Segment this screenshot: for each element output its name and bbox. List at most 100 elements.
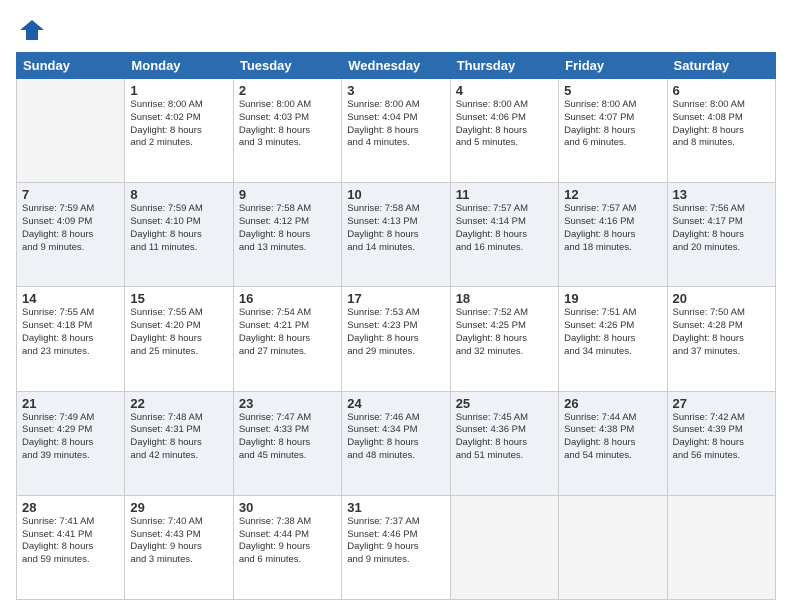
calendar-cell: 23Sunrise: 7:47 AM Sunset: 4:33 PM Dayli… bbox=[233, 391, 341, 495]
calendar-cell: 6Sunrise: 8:00 AM Sunset: 4:08 PM Daylig… bbox=[667, 79, 775, 183]
day-number: 22 bbox=[130, 396, 227, 411]
week-row-1: 1Sunrise: 8:00 AM Sunset: 4:02 PM Daylig… bbox=[17, 79, 776, 183]
day-info: Sunrise: 7:58 AM Sunset: 4:12 PM Dayligh… bbox=[239, 203, 336, 254]
calendar-cell: 4Sunrise: 8:00 AM Sunset: 4:06 PM Daylig… bbox=[450, 79, 558, 183]
day-number: 19 bbox=[564, 291, 661, 306]
calendar-cell: 11Sunrise: 7:57 AM Sunset: 4:14 PM Dayli… bbox=[450, 183, 558, 287]
day-number: 29 bbox=[130, 500, 227, 515]
calendar-cell: 27Sunrise: 7:42 AM Sunset: 4:39 PM Dayli… bbox=[667, 391, 775, 495]
calendar-cell: 1Sunrise: 8:00 AM Sunset: 4:02 PM Daylig… bbox=[125, 79, 233, 183]
day-info: Sunrise: 8:00 AM Sunset: 4:04 PM Dayligh… bbox=[347, 99, 444, 150]
day-info: Sunrise: 7:44 AM Sunset: 4:38 PM Dayligh… bbox=[564, 412, 661, 463]
day-info: Sunrise: 7:45 AM Sunset: 4:36 PM Dayligh… bbox=[456, 412, 553, 463]
logo-icon bbox=[18, 16, 46, 44]
day-number: 26 bbox=[564, 396, 661, 411]
day-number: 2 bbox=[239, 83, 336, 98]
calendar-cell: 18Sunrise: 7:52 AM Sunset: 4:25 PM Dayli… bbox=[450, 287, 558, 391]
day-info: Sunrise: 7:55 AM Sunset: 4:18 PM Dayligh… bbox=[22, 307, 119, 358]
day-number: 1 bbox=[130, 83, 227, 98]
day-number: 13 bbox=[673, 187, 770, 202]
day-number: 31 bbox=[347, 500, 444, 515]
calendar-cell: 13Sunrise: 7:56 AM Sunset: 4:17 PM Dayli… bbox=[667, 183, 775, 287]
calendar-cell: 12Sunrise: 7:57 AM Sunset: 4:16 PM Dayli… bbox=[559, 183, 667, 287]
day-info: Sunrise: 7:47 AM Sunset: 4:33 PM Dayligh… bbox=[239, 412, 336, 463]
day-info: Sunrise: 7:51 AM Sunset: 4:26 PM Dayligh… bbox=[564, 307, 661, 358]
header bbox=[16, 16, 776, 44]
day-info: Sunrise: 7:46 AM Sunset: 4:34 PM Dayligh… bbox=[347, 412, 444, 463]
day-info: Sunrise: 7:49 AM Sunset: 4:29 PM Dayligh… bbox=[22, 412, 119, 463]
header-day-sunday: Sunday bbox=[17, 53, 125, 79]
day-info: Sunrise: 8:00 AM Sunset: 4:02 PM Dayligh… bbox=[130, 99, 227, 150]
header-day-saturday: Saturday bbox=[667, 53, 775, 79]
week-row-5: 28Sunrise: 7:41 AM Sunset: 4:41 PM Dayli… bbox=[17, 495, 776, 599]
day-number: 20 bbox=[673, 291, 770, 306]
calendar-cell: 7Sunrise: 7:59 AM Sunset: 4:09 PM Daylig… bbox=[17, 183, 125, 287]
day-info: Sunrise: 7:48 AM Sunset: 4:31 PM Dayligh… bbox=[130, 412, 227, 463]
day-number: 24 bbox=[347, 396, 444, 411]
day-info: Sunrise: 7:55 AM Sunset: 4:20 PM Dayligh… bbox=[130, 307, 227, 358]
logo bbox=[16, 16, 46, 44]
day-info: Sunrise: 7:42 AM Sunset: 4:39 PM Dayligh… bbox=[673, 412, 770, 463]
day-info: Sunrise: 8:00 AM Sunset: 4:06 PM Dayligh… bbox=[456, 99, 553, 150]
calendar-cell: 17Sunrise: 7:53 AM Sunset: 4:23 PM Dayli… bbox=[342, 287, 450, 391]
header-day-tuesday: Tuesday bbox=[233, 53, 341, 79]
day-info: Sunrise: 7:53 AM Sunset: 4:23 PM Dayligh… bbox=[347, 307, 444, 358]
calendar-container: SundayMondayTuesdayWednesdayThursdayFrid… bbox=[0, 0, 792, 612]
week-row-2: 7Sunrise: 7:59 AM Sunset: 4:09 PM Daylig… bbox=[17, 183, 776, 287]
day-info: Sunrise: 8:00 AM Sunset: 4:03 PM Dayligh… bbox=[239, 99, 336, 150]
calendar-cell: 31Sunrise: 7:37 AM Sunset: 4:46 PM Dayli… bbox=[342, 495, 450, 599]
calendar-cell bbox=[17, 79, 125, 183]
calendar-cell bbox=[667, 495, 775, 599]
day-info: Sunrise: 7:56 AM Sunset: 4:17 PM Dayligh… bbox=[673, 203, 770, 254]
day-info: Sunrise: 7:59 AM Sunset: 4:09 PM Dayligh… bbox=[22, 203, 119, 254]
day-number: 15 bbox=[130, 291, 227, 306]
day-info: Sunrise: 7:40 AM Sunset: 4:43 PM Dayligh… bbox=[130, 516, 227, 567]
week-row-3: 14Sunrise: 7:55 AM Sunset: 4:18 PM Dayli… bbox=[17, 287, 776, 391]
week-row-4: 21Sunrise: 7:49 AM Sunset: 4:29 PM Dayli… bbox=[17, 391, 776, 495]
header-day-thursday: Thursday bbox=[450, 53, 558, 79]
day-number: 21 bbox=[22, 396, 119, 411]
day-number: 4 bbox=[456, 83, 553, 98]
calendar-cell: 8Sunrise: 7:59 AM Sunset: 4:10 PM Daylig… bbox=[125, 183, 233, 287]
day-number: 8 bbox=[130, 187, 227, 202]
day-number: 7 bbox=[22, 187, 119, 202]
day-info: Sunrise: 7:57 AM Sunset: 4:14 PM Dayligh… bbox=[456, 203, 553, 254]
day-number: 30 bbox=[239, 500, 336, 515]
calendar-cell: 9Sunrise: 7:58 AM Sunset: 4:12 PM Daylig… bbox=[233, 183, 341, 287]
day-info: Sunrise: 7:52 AM Sunset: 4:25 PM Dayligh… bbox=[456, 307, 553, 358]
day-number: 17 bbox=[347, 291, 444, 306]
day-number: 6 bbox=[673, 83, 770, 98]
calendar-cell: 19Sunrise: 7:51 AM Sunset: 4:26 PM Dayli… bbox=[559, 287, 667, 391]
header-day-monday: Monday bbox=[125, 53, 233, 79]
day-info: Sunrise: 7:57 AM Sunset: 4:16 PM Dayligh… bbox=[564, 203, 661, 254]
day-number: 14 bbox=[22, 291, 119, 306]
calendar-table: SundayMondayTuesdayWednesdayThursdayFrid… bbox=[16, 52, 776, 600]
day-number: 12 bbox=[564, 187, 661, 202]
calendar-cell bbox=[559, 495, 667, 599]
day-info: Sunrise: 7:50 AM Sunset: 4:28 PM Dayligh… bbox=[673, 307, 770, 358]
day-info: Sunrise: 7:37 AM Sunset: 4:46 PM Dayligh… bbox=[347, 516, 444, 567]
day-number: 25 bbox=[456, 396, 553, 411]
day-info: Sunrise: 7:41 AM Sunset: 4:41 PM Dayligh… bbox=[22, 516, 119, 567]
day-info: Sunrise: 8:00 AM Sunset: 4:07 PM Dayligh… bbox=[564, 99, 661, 150]
header-day-wednesday: Wednesday bbox=[342, 53, 450, 79]
header-row: SundayMondayTuesdayWednesdayThursdayFrid… bbox=[17, 53, 776, 79]
day-info: Sunrise: 7:54 AM Sunset: 4:21 PM Dayligh… bbox=[239, 307, 336, 358]
day-number: 3 bbox=[347, 83, 444, 98]
calendar-cell: 5Sunrise: 8:00 AM Sunset: 4:07 PM Daylig… bbox=[559, 79, 667, 183]
day-number: 5 bbox=[564, 83, 661, 98]
day-number: 23 bbox=[239, 396, 336, 411]
day-number: 18 bbox=[456, 291, 553, 306]
day-number: 16 bbox=[239, 291, 336, 306]
calendar-cell bbox=[450, 495, 558, 599]
day-number: 10 bbox=[347, 187, 444, 202]
calendar-cell: 3Sunrise: 8:00 AM Sunset: 4:04 PM Daylig… bbox=[342, 79, 450, 183]
calendar-cell: 29Sunrise: 7:40 AM Sunset: 4:43 PM Dayli… bbox=[125, 495, 233, 599]
day-info: Sunrise: 8:00 AM Sunset: 4:08 PM Dayligh… bbox=[673, 99, 770, 150]
day-number: 27 bbox=[673, 396, 770, 411]
header-day-friday: Friday bbox=[559, 53, 667, 79]
day-info: Sunrise: 7:59 AM Sunset: 4:10 PM Dayligh… bbox=[130, 203, 227, 254]
calendar-cell: 10Sunrise: 7:58 AM Sunset: 4:13 PM Dayli… bbox=[342, 183, 450, 287]
calendar-cell: 24Sunrise: 7:46 AM Sunset: 4:34 PM Dayli… bbox=[342, 391, 450, 495]
calendar-cell: 25Sunrise: 7:45 AM Sunset: 4:36 PM Dayli… bbox=[450, 391, 558, 495]
